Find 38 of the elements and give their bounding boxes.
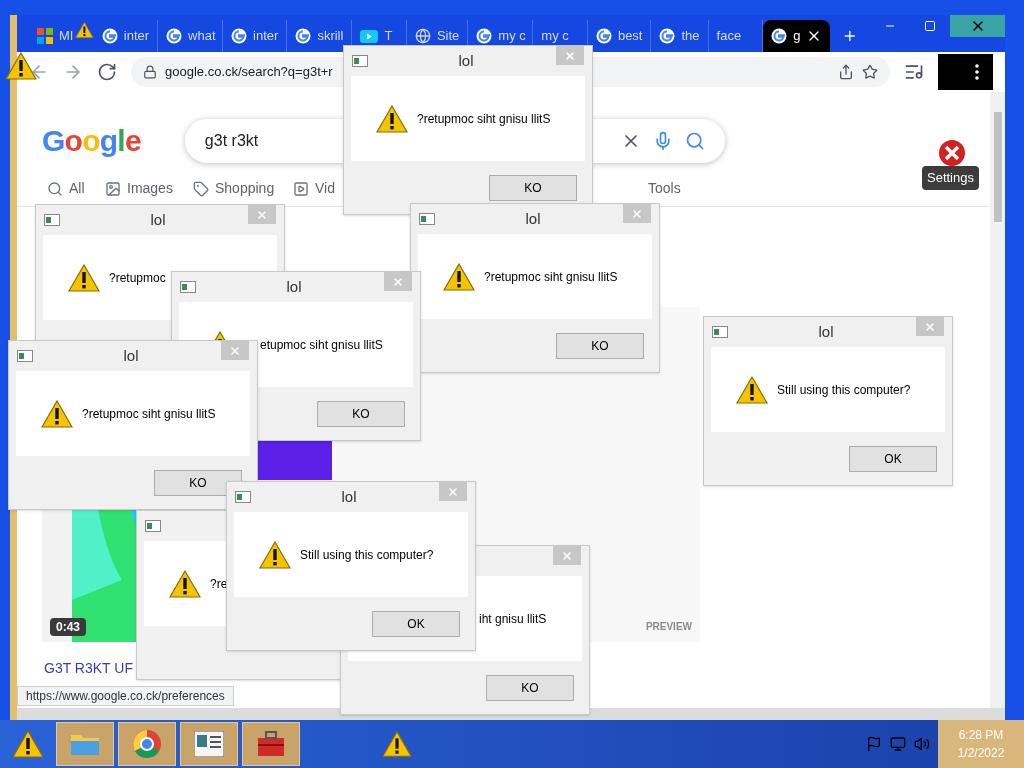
tab-title: inter xyxy=(123,27,150,46)
address-text: google.co.ck/search?q=g3t+r xyxy=(165,63,333,82)
dialog-title: lol xyxy=(150,209,166,230)
tab-title: T xyxy=(384,27,393,46)
tab-title: MI xyxy=(59,27,74,46)
dialog-message: ?retupmoc siht gnisu llitS xyxy=(82,405,216,423)
dialog-title: lol xyxy=(525,208,541,229)
google-logo: Google xyxy=(42,123,141,159)
tab-title: face xyxy=(716,27,742,46)
tab-title: inter xyxy=(253,27,279,46)
search-query: g3t r3kt xyxy=(204,130,260,151)
dialog-title: lol xyxy=(341,486,357,507)
dialog-title: lol xyxy=(458,50,474,71)
duration-badge: 0:43 xyxy=(50,618,87,636)
tab-title: g xyxy=(793,27,801,46)
preview-label: PREVIEW xyxy=(645,620,692,634)
clock-time: 6:28 PM xyxy=(958,727,1004,744)
dialog-title: lol xyxy=(818,321,834,342)
dialog-title: lol xyxy=(123,345,139,366)
dialog-title: lol xyxy=(286,276,302,297)
status-url: https://www.google.co.ck/preferences xyxy=(17,686,234,706)
tab-title: best xyxy=(617,27,643,46)
dialog-message: iht gnisu llitS xyxy=(479,610,547,628)
tab-title: what xyxy=(188,27,216,46)
dialog-message: etupmoc siht gnisu llitS xyxy=(260,336,383,354)
tab-title: my c xyxy=(541,27,569,46)
tab-title: Site xyxy=(436,27,460,46)
dialog-message: ?retupmoc siht gnisu llitS xyxy=(417,110,551,128)
clock-date: 1/2/2022 xyxy=(957,745,1005,762)
dialog-message: Still using this computer? xyxy=(300,546,434,564)
tab-title: the xyxy=(681,27,700,46)
tab-title: skrill xyxy=(317,27,344,46)
dialog-message: ?retupmoc siht gnisu llitS xyxy=(484,268,618,286)
settings-tooltip: Settings xyxy=(922,166,979,190)
tab-title: my c xyxy=(498,27,526,46)
dialog-message: ?retupmoc xyxy=(109,269,166,287)
result-title: G3T R3KT UF xyxy=(44,659,133,678)
dialog-message: Still using this computer? xyxy=(777,381,911,399)
